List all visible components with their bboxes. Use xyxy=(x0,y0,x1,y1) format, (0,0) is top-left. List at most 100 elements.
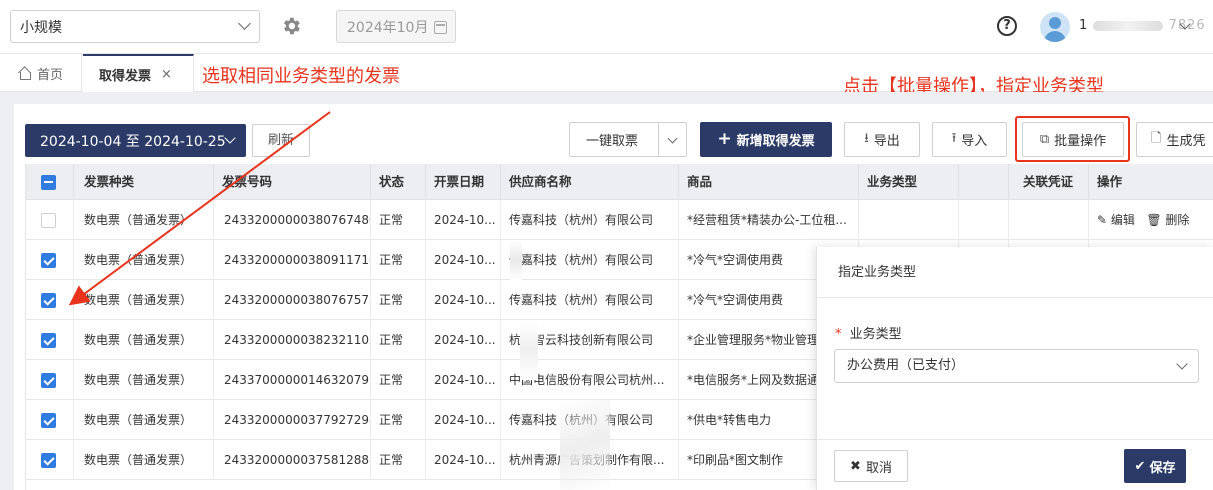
edit-label: 编辑 xyxy=(1110,213,1135,227)
cell-select xyxy=(26,320,74,360)
business-type-select[interactable]: 办公费用（已支付） xyxy=(834,349,1199,383)
col-business-type: 业务类型 xyxy=(859,164,959,200)
row-checkbox[interactable] xyxy=(41,293,56,308)
business-type-label: * 业务类型 xyxy=(835,323,902,342)
row-checkbox[interactable] xyxy=(41,373,56,388)
import-label: 导入 xyxy=(961,134,988,149)
document-icon: 🗋 xyxy=(1151,130,1162,146)
cell-blank xyxy=(959,200,1009,240)
cell-invoice-type: 数电票（普通发票） xyxy=(74,400,214,440)
cell-invoice-type: 数电票（普通发票） xyxy=(74,280,214,320)
cell-status: 正常 xyxy=(371,440,426,480)
import-button[interactable]: ⭱ 导入 xyxy=(932,122,1007,157)
export-label: 导出 xyxy=(873,134,900,149)
cell-invoice-type: 数电票（普通发票） xyxy=(74,440,214,480)
cell-actions: ✎ 编辑 🗑 删除 xyxy=(1089,200,1213,240)
cell-supplier: 传嘉科技（杭州）有限公司 xyxy=(501,240,679,280)
edit-link[interactable]: ✎ 编辑 xyxy=(1097,213,1135,227)
divider xyxy=(658,123,659,156)
required-mark: * xyxy=(835,327,842,342)
row-checkbox[interactable] xyxy=(41,333,56,348)
help-icon[interactable]: ? xyxy=(997,16,1017,36)
cell-invoice-number: 24332000000382321102 xyxy=(214,320,371,360)
home-icon xyxy=(18,67,31,80)
cell-business-type xyxy=(859,200,959,240)
cell-select xyxy=(26,400,74,440)
cell-invoice-type: 数电票（普通发票） xyxy=(74,240,214,280)
cancel-button[interactable]: ✖ 取消 xyxy=(834,450,908,482)
date-range-picker[interactable]: 2024-10-04 至 2024-10-25 xyxy=(25,124,246,157)
cell-status: 正常 xyxy=(371,360,426,400)
upload-icon: ⭱ xyxy=(951,130,957,146)
redaction-mark xyxy=(510,240,522,280)
col-goods: 商品 xyxy=(679,164,859,200)
export-button[interactable]: ⭳ 导出 xyxy=(844,122,920,157)
select-all-checkbox[interactable] xyxy=(41,175,56,190)
cell-select xyxy=(26,360,74,400)
download-icon: ⭳ xyxy=(864,130,869,146)
cell-invoice-number: 24332000000377927298 xyxy=(214,400,371,440)
add-invoice-button[interactable]: + 新增取得发票 xyxy=(700,122,832,157)
top-bar: 小规模 2024年10月 ? 1 7826 xyxy=(0,0,1213,54)
cancel-label: 取消 xyxy=(865,460,892,476)
period-value: 2024年10月 xyxy=(347,19,429,36)
chevron-down-icon xyxy=(224,132,236,144)
cell-select xyxy=(26,440,74,480)
add-invoice-label: 新增取得发票 xyxy=(736,134,815,149)
table-row[interactable]: 数电票（普通发票） 24332000000380767480 正常 2024-10..… xyxy=(26,200,1213,240)
cell-status: 正常 xyxy=(371,400,426,440)
company-select[interactable]: 小规模 xyxy=(10,10,260,43)
cell-issue-date: 2024-10... xyxy=(426,200,501,240)
delete-link[interactable]: 🗑 删除 xyxy=(1146,213,1189,227)
cell-select xyxy=(26,200,74,240)
cell-issue-date: 2024-10... xyxy=(426,320,501,360)
cell-select xyxy=(26,280,74,320)
tab-received-invoices-label: 取得发票 xyxy=(99,68,152,84)
col-supplier: 供应商名称 xyxy=(501,164,679,200)
save-label: 保存 xyxy=(1149,460,1176,476)
row-checkbox[interactable] xyxy=(41,453,56,468)
close-icon[interactable]: × xyxy=(161,67,172,82)
chevron-down-icon xyxy=(238,17,251,30)
business-type-label-text: 业务类型 xyxy=(849,327,902,342)
redaction-mark xyxy=(520,320,538,380)
generate-voucher-button[interactable]: 🗋 生成凭 xyxy=(1136,122,1213,157)
cell-related-voucher xyxy=(1009,200,1089,240)
cell-goods: *经营租赁*精装办公-工位租... xyxy=(679,200,859,240)
cell-supplier: 传嘉科技（杭州）有限公司 xyxy=(501,280,679,320)
tab-received-invoices[interactable]: 取得发票 × xyxy=(83,54,194,92)
cell-issue-date: 2024-10... xyxy=(426,240,501,280)
col-status: 状态 xyxy=(371,164,426,200)
delete-label: 删除 xyxy=(1165,213,1190,227)
row-checkbox[interactable] xyxy=(41,213,56,228)
row-checkbox[interactable] xyxy=(41,253,56,268)
calendar-icon xyxy=(434,21,447,34)
col-issue-date: 开票日期 xyxy=(426,164,501,200)
period-picker[interactable]: 2024年10月 xyxy=(336,10,456,43)
tab-home[interactable]: 首页 xyxy=(0,54,82,92)
edit-icon: ✎ xyxy=(1097,213,1108,227)
cell-status: 正常 xyxy=(371,280,426,320)
col-related-voucher: 关联凭证 xyxy=(1009,164,1089,200)
highlight-box xyxy=(1015,116,1130,162)
save-button[interactable]: ✔ 保存 xyxy=(1124,449,1186,483)
col-blank xyxy=(959,164,1009,200)
trash-icon: 🗑 xyxy=(1146,213,1162,227)
one-click-fetch-button[interactable]: 一键取票 xyxy=(569,122,687,157)
page: 小规模 2024年10月 ? 1 7826 首页 取得发票 × 选取相同业务类型… xyxy=(0,0,1213,490)
chevron-down-icon[interactable] xyxy=(667,133,678,144)
cell-select xyxy=(26,240,74,280)
gear-icon[interactable] xyxy=(280,15,302,37)
avatar[interactable] xyxy=(1040,12,1070,42)
cell-status: 正常 xyxy=(371,200,426,240)
cell-invoice-number: 24332000000380911710 xyxy=(214,240,371,280)
close-icon: ✖ xyxy=(850,458,861,474)
cell-invoice-number: 24332000000380767575 xyxy=(214,280,371,320)
tab-home-label: 首页 xyxy=(37,67,64,83)
refresh-button[interactable]: 刷新 xyxy=(252,124,310,157)
col-invoice-number: 发票号码 xyxy=(214,164,371,200)
chevron-down-icon xyxy=(1176,358,1188,370)
select-all-cell xyxy=(26,164,74,200)
cell-issue-date: 2024-10... xyxy=(426,440,501,480)
row-checkbox[interactable] xyxy=(41,413,56,428)
